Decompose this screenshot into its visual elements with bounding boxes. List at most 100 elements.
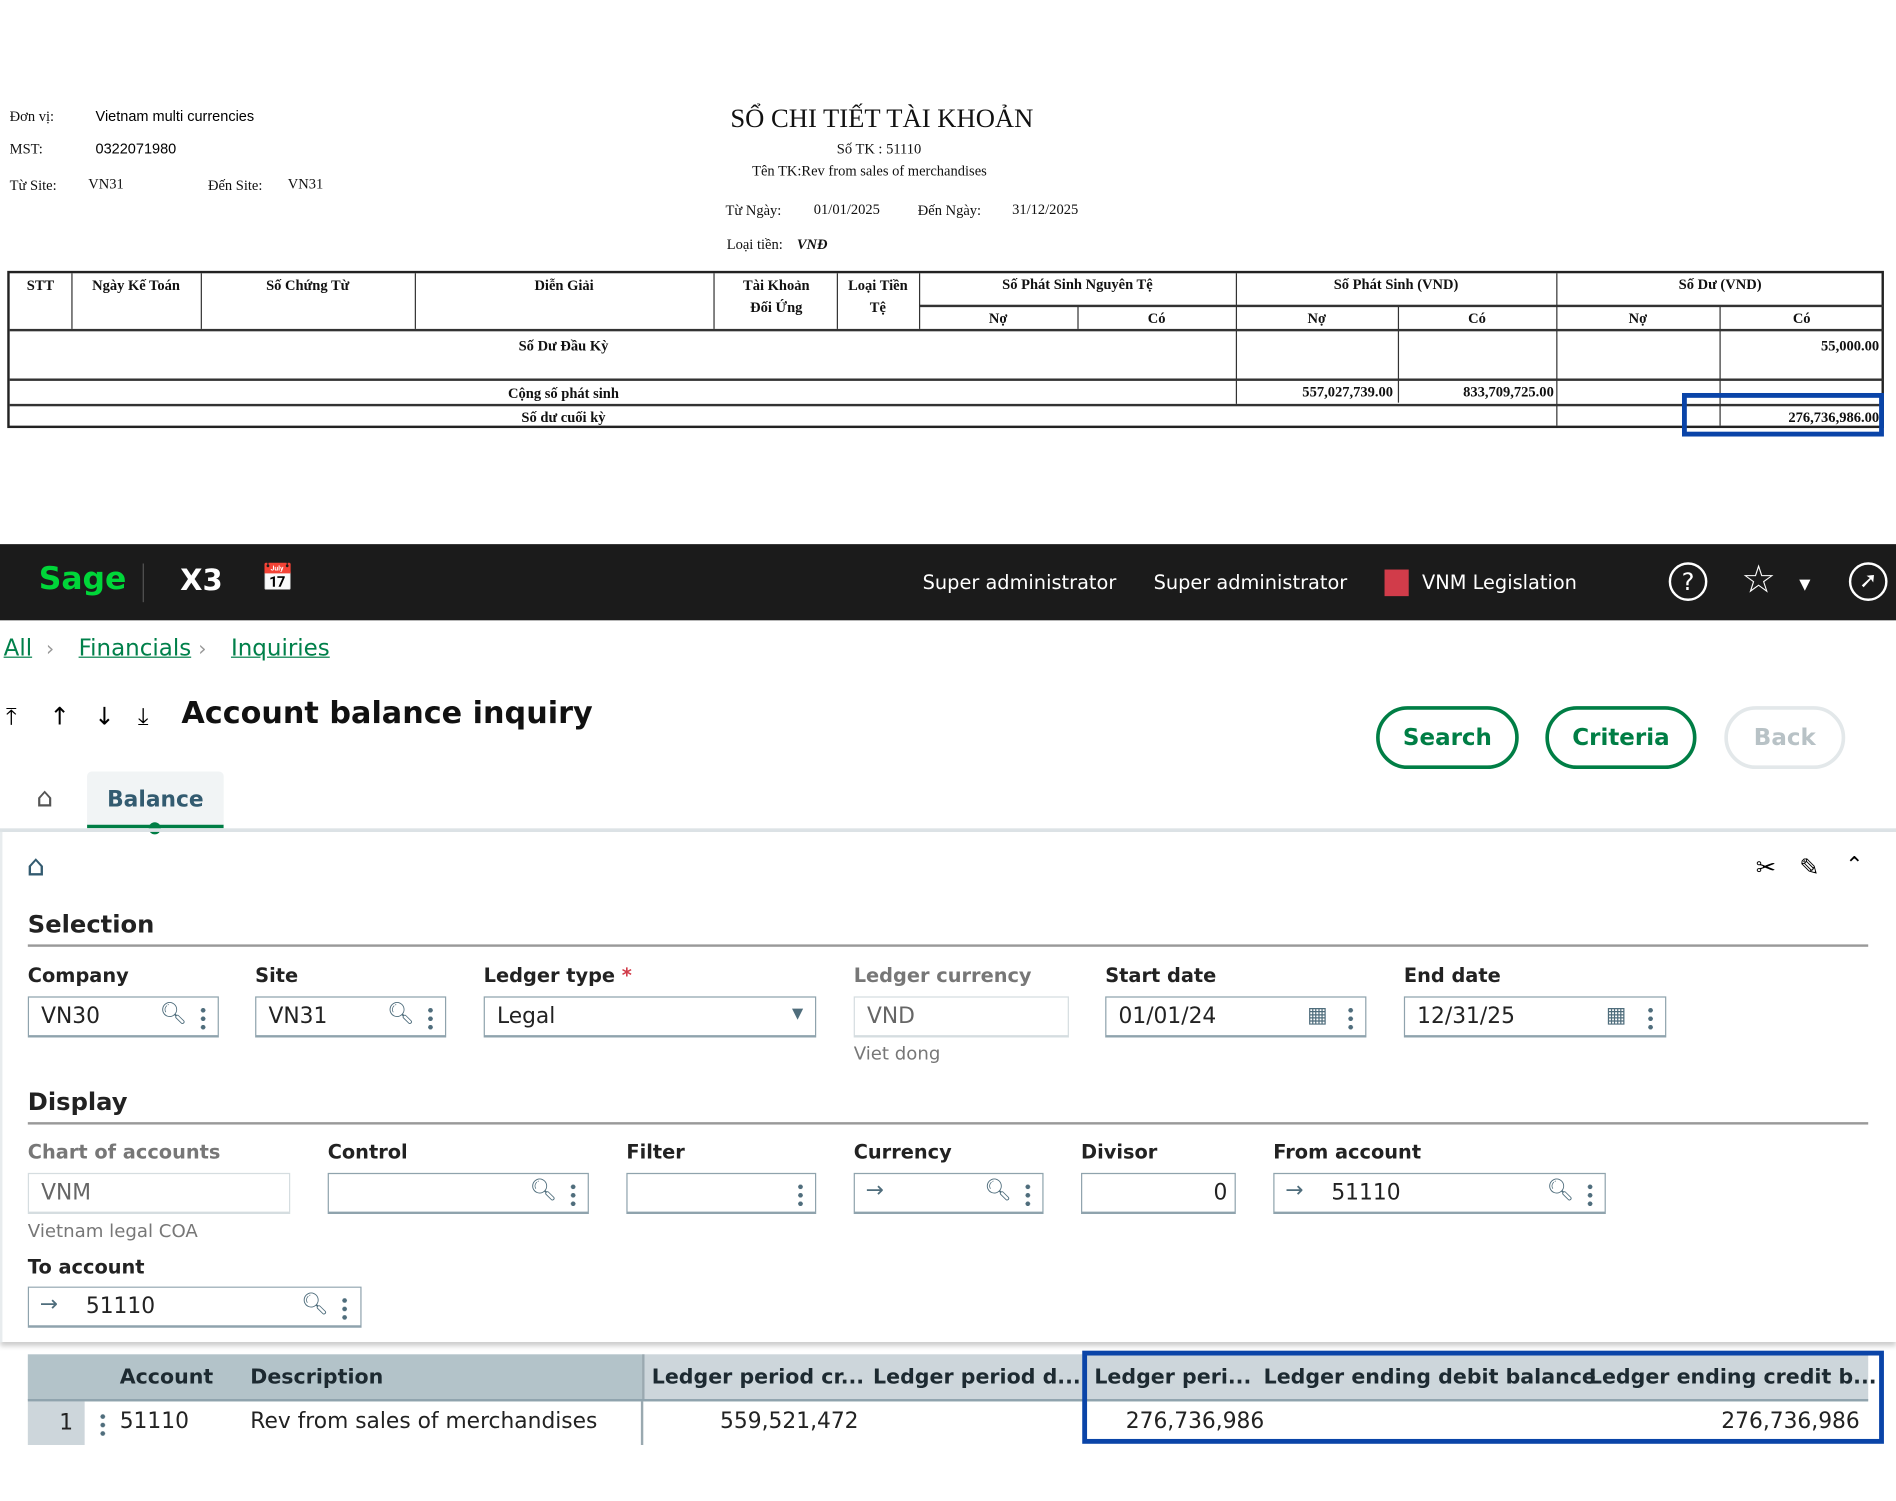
from-account-value: 51110 <box>1331 1180 1401 1206</box>
calendar-icon[interactable]: ▦ <box>1606 1002 1627 1027</box>
filter-field[interactable] <box>626 1172 817 1215</box>
selection-heading: Selection <box>27 909 155 939</box>
end-date-value: 12/31/25 <box>1417 1003 1515 1030</box>
breadcrumb-inquiries[interactable]: Inquiries <box>231 635 330 662</box>
start-date-label: Start date <box>1105 963 1217 987</box>
to-account-field[interactable]: → 51110 🔍︎ <box>27 1286 362 1328</box>
page-title: Account balance inquiry <box>181 695 593 731</box>
sub-debit: Nợ <box>1307 309 1327 327</box>
calendar-icon[interactable]: ▦ <box>1307 1002 1328 1027</box>
ledger-currency-value: VND <box>866 1003 915 1030</box>
star-icon[interactable]: ☆ <box>1741 556 1776 602</box>
search-icon[interactable]: 🔍︎ <box>387 1001 415 1026</box>
divisor-value: 0 <box>1213 1180 1228 1206</box>
search-icon[interactable]: 🔍︎ <box>301 1291 329 1316</box>
more-icon[interactable] <box>342 1296 348 1321</box>
tools-icon[interactable]: ✂ <box>1756 852 1776 881</box>
ledger-currency-field: VND <box>853 996 1069 1038</box>
search-icon[interactable]: 🔍︎ <box>984 1178 1012 1203</box>
cell-account[interactable]: 51110 <box>120 1409 189 1434</box>
help-icon[interactable]: ? <box>1668 562 1708 601</box>
previous-record-icon[interactable]: ↑ <box>50 701 70 730</box>
col-date: Ngày Kế Toán <box>92 276 180 294</box>
sub-debit: Nợ <box>1628 309 1648 327</box>
col-period-credit[interactable]: Ledger period cr... <box>652 1365 864 1389</box>
divisor-field[interactable]: 0 <box>1081 1172 1236 1215</box>
back-button[interactable]: Back <box>1724 706 1846 770</box>
cell-period-credit: 559,521,472 <box>720 1408 859 1435</box>
highlight-box <box>1082 1350 1884 1444</box>
to-date-label: Đến Ngày: <box>917 201 982 219</box>
col-description[interactable]: Description <box>250 1365 383 1389</box>
company-field[interactable]: VN30 🔍︎ <box>27 996 219 1038</box>
to-account-value: 51110 <box>85 1293 156 1320</box>
compass-icon[interactable]: ➚ <box>1848 562 1888 601</box>
more-icon[interactable] <box>798 1182 803 1207</box>
col-description: Diễn Giải <box>534 276 594 294</box>
account-name: Tên TK:Rev from sales of merchandises <box>752 162 987 179</box>
more-icon[interactable] <box>1648 1006 1653 1031</box>
breadcrumb-all[interactable]: All <box>4 635 32 662</box>
currency-type-label: Loại tiền: <box>726 235 783 253</box>
currency-label: Currency <box>853 1140 952 1164</box>
more-icon[interactable] <box>570 1182 576 1207</box>
more-icon[interactable] <box>1587 1182 1593 1207</box>
site-value: VN31 <box>268 1003 328 1030</box>
col-account[interactable]: Account <box>120 1365 214 1389</box>
ledger-type-select[interactable]: Legal ▼ <box>483 996 817 1038</box>
breadcrumb-financials[interactable]: Financials <box>79 635 192 662</box>
currency-field[interactable]: → 🔍︎ <box>853 1172 1044 1215</box>
row-menu-icon[interactable] <box>100 1412 106 1437</box>
sub-credit: Có <box>1792 309 1811 327</box>
to-date-value: 31/12/2025 <box>1012 200 1079 218</box>
more-icon[interactable] <box>428 1006 433 1031</box>
last-record-icon[interactable]: ⤓ <box>138 701 149 730</box>
criteria-button[interactable]: Criteria <box>1545 706 1697 770</box>
from-site-value: VN31 <box>88 175 124 193</box>
arrow-right-icon[interactable]: → <box>40 1291 58 1316</box>
site-label: Site <box>255 963 299 987</box>
tab-balance[interactable]: Balance <box>87 771 224 829</box>
from-account-field[interactable]: → 51110 🔍︎ <box>1273 1172 1606 1215</box>
more-icon[interactable] <box>1025 1182 1031 1207</box>
dropdown-arrow-icon[interactable]: ▼ <box>792 1005 803 1022</box>
legislation-menu[interactable]: VNM Legislation <box>1422 571 1577 594</box>
search-icon[interactable]: 🔍︎ <box>1547 1178 1575 1203</box>
caret-down-icon[interactable]: ▼ <box>1799 576 1810 593</box>
coa-value: VNM <box>41 1180 92 1206</box>
col-contra-account: Tài Khoản Đối Ứng <box>743 276 810 316</box>
user-menu[interactable]: Super administrator <box>923 571 1117 594</box>
control-field[interactable]: 🔍︎ <box>327 1172 589 1215</box>
first-record-icon[interactable]: ⤒ <box>6 701 17 730</box>
opening-label: Số Dư Đầu Kỳ <box>518 337 609 355</box>
search-icon[interactable]: 🔍︎ <box>530 1178 558 1203</box>
arrow-right-icon[interactable]: → <box>866 1178 884 1203</box>
total-debit: 557,027,739.00 <box>1302 383 1393 401</box>
home-tab-icon[interactable]: ⌂ <box>36 784 53 814</box>
col-period-debit[interactable]: Ledger period d... <box>873 1365 1081 1389</box>
sage-logo[interactable]: Sage <box>39 561 127 597</box>
collapse-icon[interactable]: ⌃ <box>1845 852 1863 877</box>
more-icon[interactable] <box>200 1006 206 1031</box>
search-icon[interactable]: 🔍︎ <box>160 1001 188 1026</box>
col-stt: STT <box>26 276 55 294</box>
col-vnd-movement: Số Phát Sinh (VND) <box>1333 275 1459 293</box>
sub-debit: Nợ <box>988 309 1008 327</box>
arrow-right-icon[interactable]: → <box>1285 1178 1303 1203</box>
end-date-field[interactable]: 12/31/25 ▦ <box>1403 996 1667 1038</box>
to-site-label: Đến Site: <box>207 176 263 194</box>
filter-label: Filter <box>626 1140 685 1164</box>
chevron-right-icon: › <box>45 637 55 662</box>
site-field[interactable]: VN31 🔍︎ <box>255 996 447 1038</box>
more-icon[interactable] <box>1348 1006 1354 1031</box>
search-button[interactable]: Search <box>1376 706 1519 770</box>
next-record-icon[interactable]: ↓ <box>94 701 114 730</box>
pencil-icon[interactable]: ✎ <box>1799 852 1819 881</box>
total-label: Cộng số phát sinh <box>508 384 619 402</box>
legislation-flag-icon <box>1384 569 1409 597</box>
role-menu[interactable]: Super administrator <box>1154 571 1348 594</box>
cell-description: Rev from sales of merchandises <box>250 1408 598 1435</box>
start-date-field[interactable]: 01/01/24 ▦ <box>1105 996 1367 1038</box>
calendar-icon[interactable]: 📅 <box>261 563 294 593</box>
control-label: Control <box>327 1140 408 1164</box>
